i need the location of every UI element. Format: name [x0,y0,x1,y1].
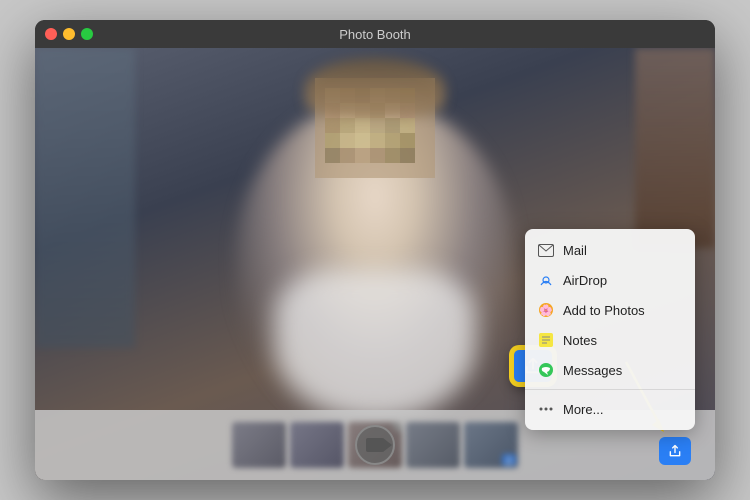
more-label: More... [563,402,603,417]
video-record-icon [366,438,384,452]
mail-label: Mail [563,243,587,258]
share-menu: Mail AirDrop 🌸 [525,229,695,430]
share-button-small[interactable] [659,437,691,465]
bg-shelves-decor [635,48,715,248]
film-thumb-last[interactable] [464,422,518,468]
content-area: × [35,48,715,480]
film-thumb-2[interactable] [290,422,344,468]
messages-icon [537,361,555,379]
share-menu-item-add-photos[interactable]: 🌸 Add to Photos [525,295,695,325]
notes-label: Notes [563,333,597,348]
titlebar: Photo Booth [35,20,715,48]
add-to-photos-label: Add to Photos [563,303,645,318]
film-thumb-1[interactable] [232,422,286,468]
share-menu-item-airdrop[interactable]: AirDrop [525,265,695,295]
close-button[interactable] [45,28,57,40]
minimize-button[interactable] [63,28,75,40]
maximize-button[interactable] [81,28,93,40]
menu-divider [525,389,695,390]
share-menu-item-mail[interactable]: Mail [525,235,695,265]
share-menu-item-notes[interactable]: Notes [525,325,695,355]
messages-label: Messages [563,363,622,378]
share-menu-item-more[interactable]: More... [525,394,695,424]
bg-left-decor [35,48,135,348]
thumb-share-badge [502,454,516,466]
record-button[interactable] [355,425,395,465]
airdrop-label: AirDrop [563,273,607,288]
delete-thumb-button[interactable]: × [392,422,402,432]
person-shirt [275,270,475,420]
hair-blur [305,58,445,118]
more-icon [537,400,555,418]
window-title: Photo Booth [339,27,411,42]
traffic-lights [45,28,93,40]
photo-booth-window: Photo Booth [35,20,715,480]
add-to-photos-icon: 🌸 [537,301,555,319]
notes-icon [537,331,555,349]
share-menu-item-messages[interactable]: Messages [525,355,695,385]
film-thumb-4[interactable] [406,422,460,468]
share-icon-small [668,444,682,458]
airdrop-icon [537,271,555,289]
svg-text:🌸: 🌸 [539,304,553,317]
mail-icon [537,241,555,259]
